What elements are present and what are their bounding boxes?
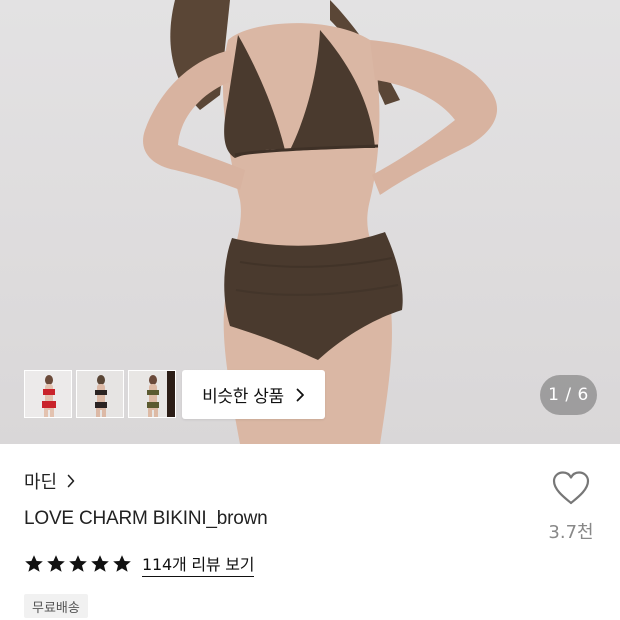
red-bikini-thumbnail[interactable] <box>24 370 72 418</box>
similar-products-button[interactable]: 비슷한 상품 <box>182 370 325 419</box>
product-title: LOVE CHARM BIKINI_brown <box>24 508 268 529</box>
like-section: 3.7천 <box>543 470 599 544</box>
thumbnail-strip <box>24 370 176 420</box>
brand-name: 마딘 <box>24 472 58 493</box>
review-link[interactable]: 114개 리뷰 보기 <box>142 551 255 577</box>
star-icon <box>113 555 131 572</box>
heart-icon[interactable] <box>551 470 591 506</box>
star-icon <box>91 555 109 572</box>
star-icon <box>69 555 87 572</box>
like-count: 3.7천 <box>548 522 594 543</box>
free-shipping-badge: 무료배송 <box>24 594 88 618</box>
star-icon <box>47 555 65 572</box>
similar-products-label: 비슷한 상품 <box>202 387 284 407</box>
chevron-right-icon <box>67 474 75 488</box>
rating-row: 114개 리뷰 보기 <box>24 551 255 577</box>
image-counter: 1 / 6 <box>540 375 597 415</box>
star-icon <box>25 555 43 572</box>
product-image-gallery[interactable]: 비슷한 상품 1 / 6 <box>0 0 620 444</box>
chevron-right-icon <box>296 388 304 401</box>
black-bikini-thumbnail[interactable] <box>76 370 124 418</box>
star-rating <box>24 554 132 574</box>
brand-link[interactable]: 마딘 <box>24 468 75 494</box>
olive-bikini-thumbnail[interactable] <box>128 370 176 418</box>
